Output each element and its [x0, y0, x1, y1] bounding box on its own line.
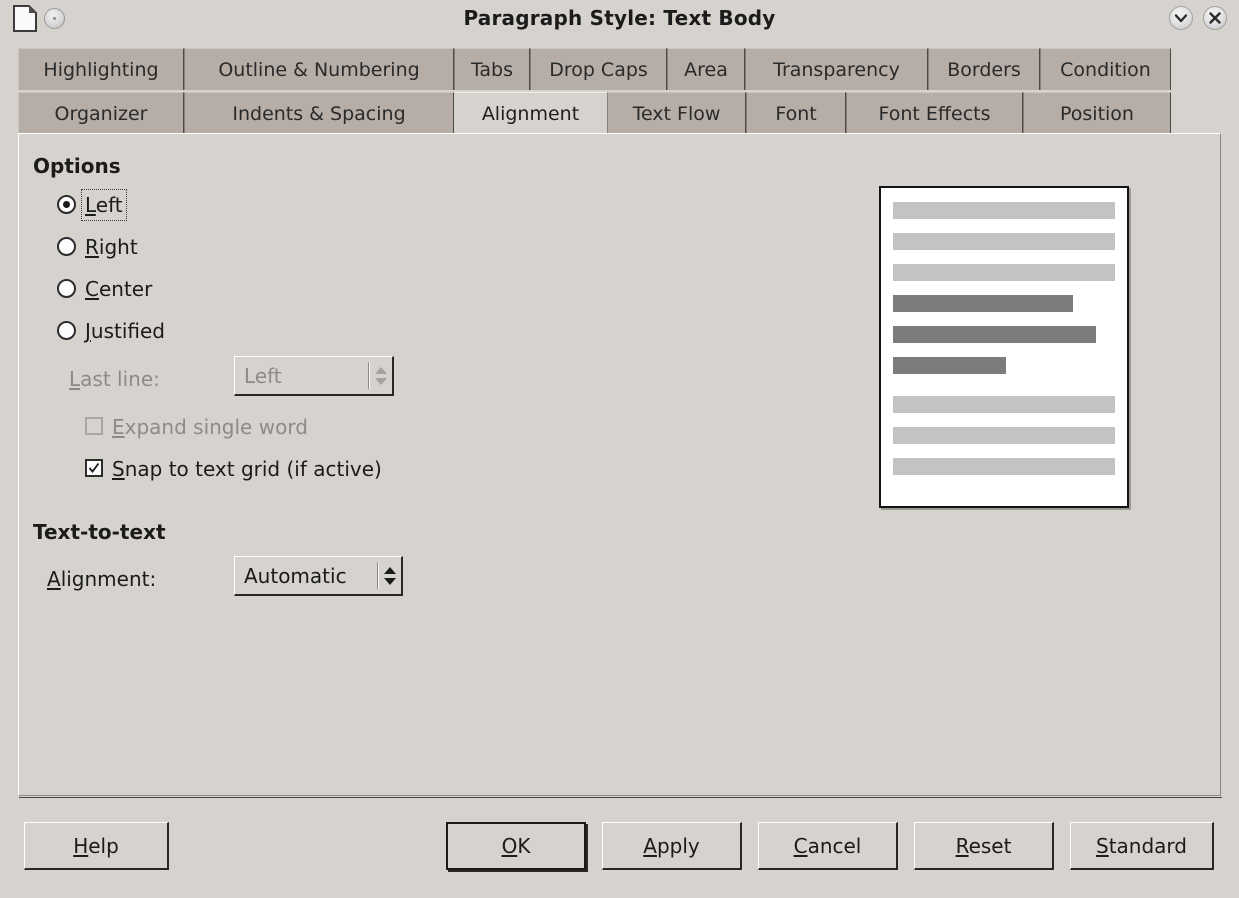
title-bar: Paragraph Style: Text Body: [0, 0, 1239, 37]
tab-indents-spacing[interactable]: Indents & Spacing: [184, 92, 454, 134]
help-button-label: Help: [73, 833, 119, 858]
alignment-preview: [879, 186, 1129, 508]
paragraph-style-dialog: Paragraph Style: Text Body Highlighting O…: [0, 0, 1239, 898]
tab-alignment[interactable]: Alignment: [454, 92, 607, 134]
tab-tabs[interactable]: Tabs: [454, 48, 530, 90]
text-to-text-alignment-label: Alignment:: [47, 567, 157, 591]
close-icon[interactable]: [1203, 6, 1227, 30]
last-line-dropdown[interactable]: Left: [234, 356, 394, 396]
tab-condition[interactable]: Condition: [1040, 48, 1171, 90]
chevron-down-icon[interactable]: [1169, 6, 1193, 30]
standard-button[interactable]: Standard: [1070, 822, 1214, 870]
arrow-up-icon: [384, 566, 396, 574]
tab-outline-numbering[interactable]: Outline & Numbering: [184, 48, 454, 90]
preview-line: [893, 458, 1115, 475]
preview-line: [893, 357, 1006, 374]
tab-row-top: Highlighting Outline & Numbering Tabs Drop …: [18, 48, 1171, 90]
radio-center[interactable]: [57, 279, 76, 298]
tab-area[interactable]: Area: [667, 48, 745, 90]
apply-button[interactable]: Apply: [602, 822, 742, 870]
radio-left-selected[interactable]: [57, 195, 76, 214]
preview-line: [893, 295, 1073, 312]
last-line-caret: [368, 362, 370, 389]
preview-line: [893, 264, 1115, 281]
cancel-button-label: Cancel: [793, 833, 862, 858]
tab-font-effects[interactable]: Font Effects: [846, 92, 1023, 134]
snap-to-text-grid-checkbox[interactable]: [85, 459, 103, 477]
reset-button-label: Reset: [955, 833, 1012, 858]
tab-organizer[interactable]: Organizer: [18, 92, 184, 134]
window-title: Paragraph Style: Text Body: [463, 6, 776, 30]
reset-button[interactable]: Reset: [914, 822, 1054, 870]
tab-transparency[interactable]: Transparency: [745, 48, 928, 90]
arrow-down-icon: [384, 577, 396, 585]
expand-single-word-checkbox[interactable]: [85, 417, 103, 435]
preview-line: [893, 233, 1115, 250]
help-button[interactable]: Help: [24, 822, 169, 870]
radio-label-right: Right: [85, 235, 138, 259]
expand-single-word-label: Expand single word: [112, 415, 308, 439]
text-to-text-alignment-value: Automatic: [244, 563, 347, 588]
text-to-text-spin-arrows[interactable]: [381, 557, 399, 594]
tab-borders[interactable]: Borders: [928, 48, 1040, 90]
tab-position[interactable]: Position: [1023, 92, 1171, 134]
text-to-text-group-label: Text-to-text: [33, 520, 166, 544]
tab-text-flow[interactable]: Text Flow: [607, 92, 746, 134]
radio-right[interactable]: [57, 237, 76, 256]
last-line-value: Left: [244, 363, 282, 388]
text-to-text-alignment-dropdown[interactable]: Automatic: [234, 556, 403, 596]
preview-line: [893, 326, 1096, 343]
radio-label-center: Center: [85, 277, 153, 301]
last-line-spin-arrows[interactable]: [372, 357, 390, 394]
ok-button[interactable]: OK: [446, 822, 586, 870]
preview-line: [893, 202, 1115, 219]
text-to-text-caret: [377, 562, 379, 589]
panel-separator: [19, 797, 1222, 798]
arrow-up-icon: [375, 366, 387, 374]
preview-line: [893, 396, 1115, 413]
standard-button-label: Standard: [1096, 833, 1187, 858]
last-line-label: Last line:: [69, 367, 160, 391]
radio-justified[interactable]: [57, 321, 76, 340]
radio-label-left: Left: [81, 189, 127, 221]
ok-button-label: OK: [501, 834, 531, 858]
preview-line: [893, 427, 1115, 444]
tab-highlighting[interactable]: Highlighting: [18, 48, 184, 90]
options-group-label: Options: [33, 154, 121, 178]
cancel-button[interactable]: Cancel: [758, 822, 898, 870]
snap-to-text-grid-label: Snap to text grid (if active): [112, 457, 382, 481]
tab-font[interactable]: Font: [746, 92, 846, 134]
tab-drop-caps[interactable]: Drop Caps: [530, 48, 667, 90]
tab-row-bottom: Organizer Indents & Spacing Alignment Text …: [18, 92, 1171, 134]
radio-label-justified: Justified: [85, 319, 165, 343]
apply-button-label: Apply: [643, 833, 700, 858]
arrow-down-icon: [375, 377, 387, 385]
